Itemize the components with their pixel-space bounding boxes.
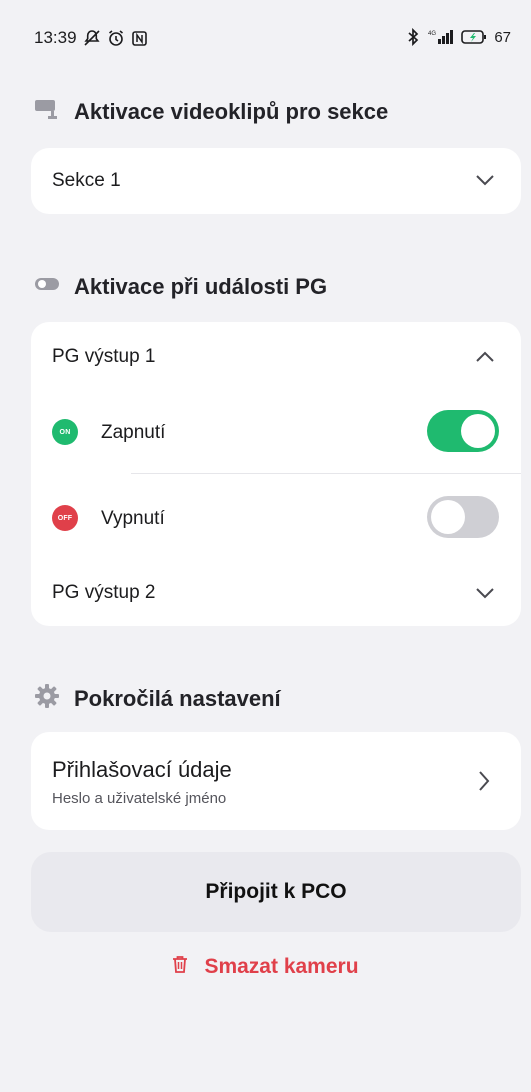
trash-icon [172, 955, 188, 979]
section-header-video: Aktivace videoklipů pro sekce [34, 96, 388, 128]
status-bar-left: 13:39 [34, 28, 148, 48]
notifications-off-icon [83, 29, 101, 47]
pg-card: PG výstup 1 ON Zapnutí OFF Vypnutí PG vý… [31, 322, 521, 626]
off-toggle[interactable] [427, 496, 499, 538]
battery-level: 67 [494, 28, 511, 46]
off-badge: OFF [52, 505, 78, 531]
clock: 13:39 [34, 28, 77, 47]
chevron-down-icon [475, 173, 495, 192]
delete-camera-button[interactable]: Smazat kameru [0, 955, 531, 979]
off-label: Vypnutí [101, 508, 165, 529]
nfc-icon [131, 30, 148, 47]
delete-camera-label: Smazat kameru [204, 955, 359, 978]
signal-icon: 4G [428, 29, 454, 45]
pg-output-1-header[interactable]: PG výstup 1 [31, 322, 521, 394]
chevron-up-icon [475, 350, 495, 369]
battery-icon [461, 29, 487, 45]
svg-text:4G: 4G [428, 31, 436, 37]
credentials-title: Přihlašovací údaje [52, 757, 232, 782]
cctv-camera-icon [34, 96, 60, 128]
section-dropdown[interactable]: Sekce 1 [31, 148, 521, 214]
dropdown-value: Sekce 1 [52, 170, 121, 191]
on-badge: ON [52, 419, 78, 445]
section-header-advanced: Pokročilá nastavení [34, 683, 281, 715]
pg-output-2-header[interactable]: PG výstup 2 [31, 562, 521, 626]
section-title: Aktivace videoklipů pro sekce [74, 99, 389, 124]
credentials-subtitle: Heslo a uživatelské jméno [52, 790, 227, 807]
bluetooth-icon [405, 28, 421, 46]
pg-output-1-label: PG výstup 1 [52, 346, 156, 367]
chevron-down-icon [475, 586, 495, 605]
section-title: Pokročilá nastavení [74, 686, 281, 711]
toggle-knob [461, 414, 495, 448]
section-header-pg: Aktivace při události PG [34, 271, 327, 303]
connect-button[interactable]: Připojit k PCO [31, 852, 521, 932]
pg-output-2-label: PG výstup 2 [52, 582, 156, 603]
credentials-row[interactable]: Přihlašovací údaje Heslo a uživatelské j… [31, 732, 521, 830]
toggle-knob [431, 500, 465, 534]
status-bar-right: 4G 67 [405, 28, 511, 46]
alarm-clock-icon [107, 29, 125, 47]
toggle-icon [34, 271, 60, 303]
on-label: Zapnutí [101, 422, 166, 443]
gear-icon [34, 683, 60, 715]
status-bar: 13:39 4G 67 [0, 0, 531, 80]
on-toggle[interactable] [427, 410, 499, 452]
section-title: Aktivace při události PG [74, 274, 328, 299]
divider [131, 473, 521, 474]
chevron-right-icon [477, 770, 491, 797]
